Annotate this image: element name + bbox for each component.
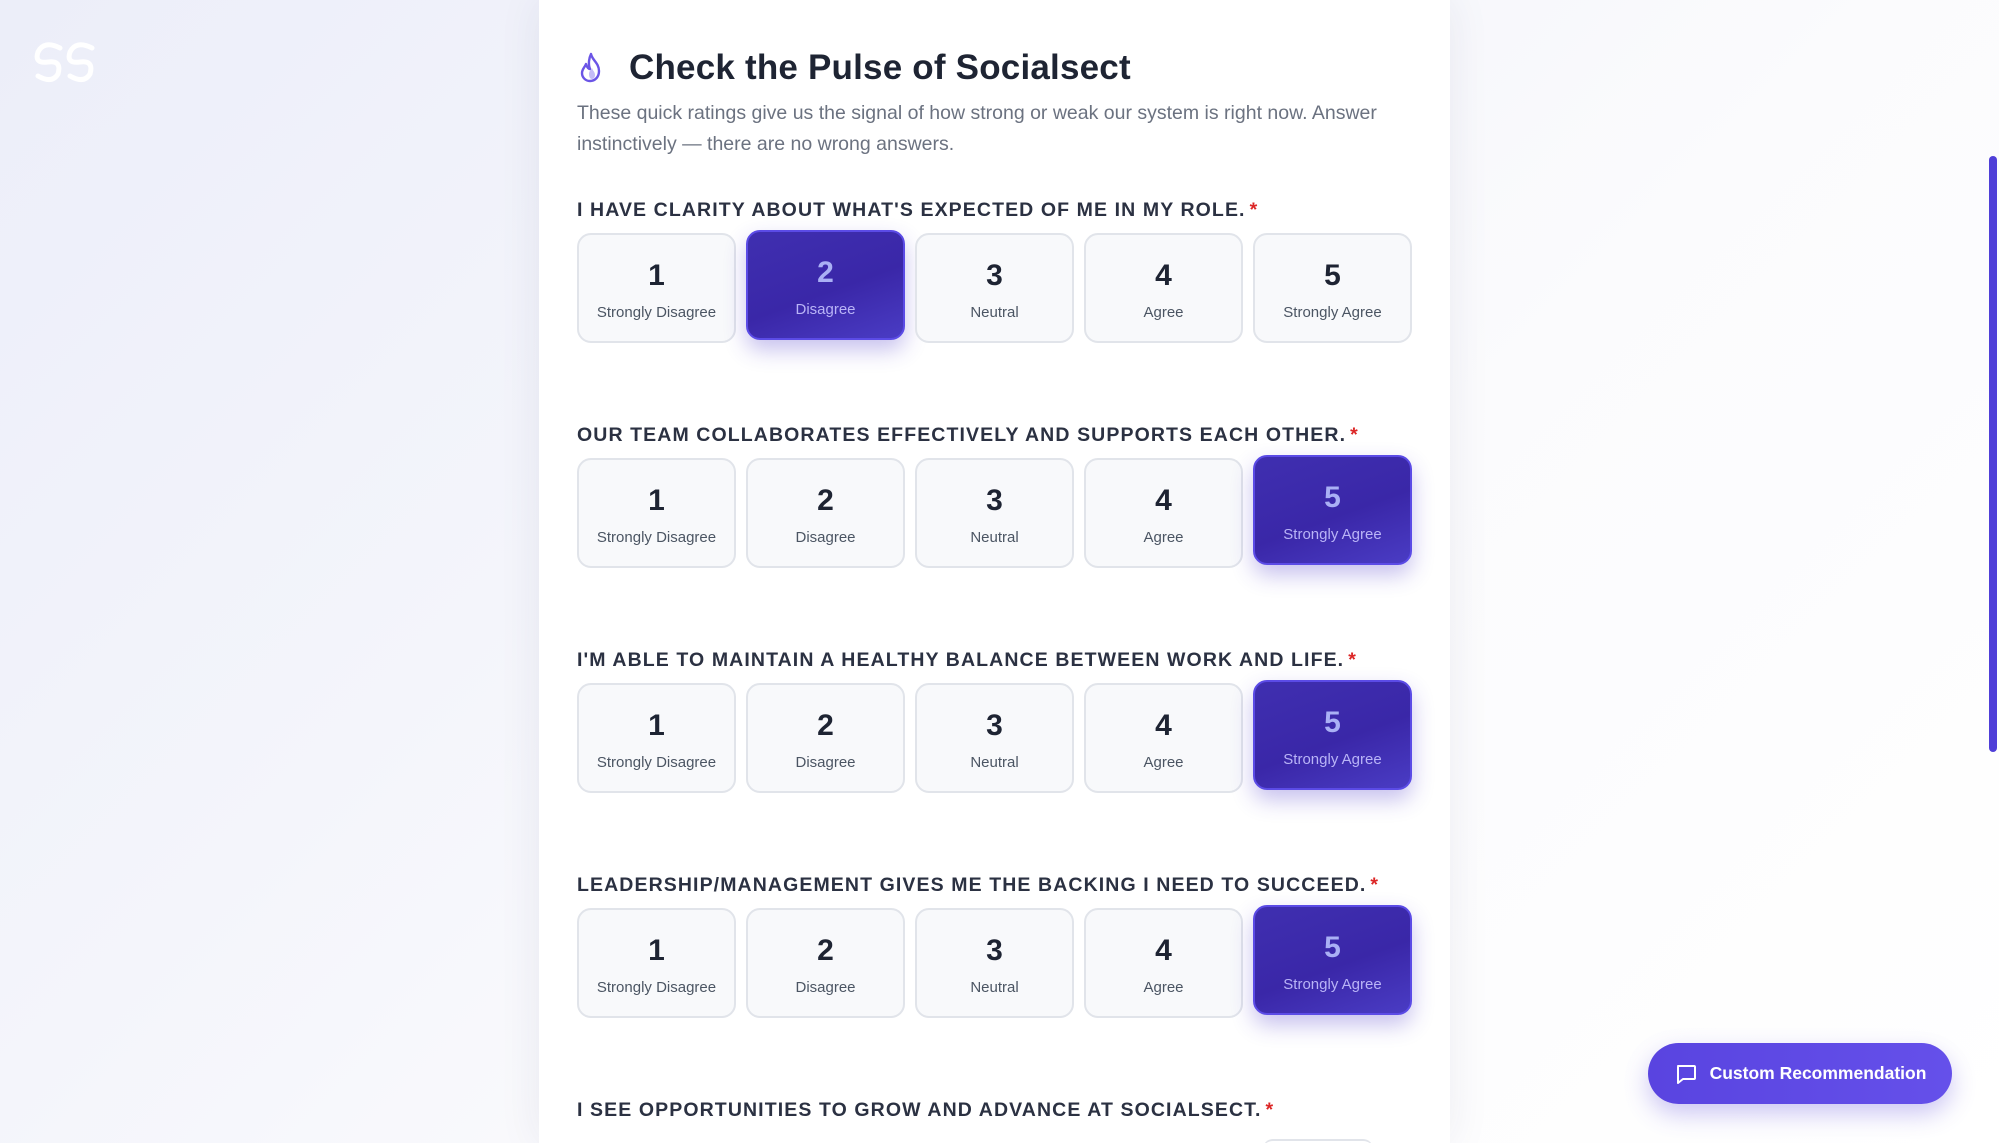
- required-mark: *: [1370, 874, 1380, 896]
- question-text: I have clarity about what's expected of …: [577, 199, 1246, 221]
- page-subtitle: These quick ratings give us the signal o…: [577, 102, 1377, 155]
- rating-number: 4: [1155, 709, 1172, 742]
- rating-number: 1: [648, 259, 665, 292]
- rating-option-2[interactable]: 2 Disagree: [746, 458, 905, 568]
- rating-option-3[interactable]: 3 Neutral: [915, 683, 1074, 793]
- rating-label: Neutral: [970, 529, 1019, 546]
- socialsect-logo-icon: [34, 42, 95, 82]
- question-4: Leadership/management gives me the backi…: [577, 874, 1417, 1018]
- question-label: I see opportunities to grow and advance …: [577, 1099, 1417, 1122]
- rating-number: 1: [648, 709, 665, 742]
- rating-option-peek[interactable]: [1263, 1139, 1373, 1143]
- question-1: I have clarity about what's expected of …: [577, 199, 1417, 343]
- rating-options: 1 Strongly Disagree 2 Disagree 3 Neutral 4 A…: [577, 455, 1417, 570]
- rating-label: Strongly Disagree: [596, 304, 717, 321]
- rating-label: Disagree: [795, 529, 856, 546]
- rating-number: 1: [648, 934, 665, 967]
- rating-options: 1 Strongly Disagree 2 Disagree 3 Neutral 4 A…: [577, 905, 1417, 1020]
- required-mark: *: [1265, 1099, 1275, 1121]
- rating-options: 1 Strongly Disagree 2 Disagree 3 Neutral 4 A…: [577, 230, 1417, 345]
- rating-option-4[interactable]: 4 Agree: [1084, 683, 1243, 793]
- question-2: Our team collaborates effectively and su…: [577, 424, 1417, 568]
- rating-label: Strongly Agree: [1283, 751, 1382, 768]
- rating-option-4[interactable]: 4 Agree: [1084, 233, 1243, 343]
- question-label: I'm able to maintain a healthy balance b…: [577, 649, 1417, 672]
- rating-label: Strongly Disagree: [596, 529, 717, 546]
- question-label: I have clarity about what's expected of …: [577, 199, 1417, 222]
- rating-label: Agree: [1143, 979, 1184, 996]
- rating-label: Strongly Disagree: [596, 979, 717, 996]
- rating-number: 5: [1324, 259, 1341, 292]
- rating-options: 1 Strongly Disagree 2 Disagree 3 Neutral 4 A…: [577, 680, 1417, 795]
- rating-option-4[interactable]: 4 Agree: [1084, 458, 1243, 568]
- custom-recommendation-label: Custom Recommendation: [1709, 1063, 1927, 1083]
- rating-number: 3: [986, 259, 1003, 292]
- rating-option-2[interactable]: 2 Disagree: [746, 908, 905, 1018]
- rating-number: 4: [1155, 934, 1172, 967]
- rating-label: Disagree: [795, 979, 856, 996]
- rating-number: 5: [1324, 706, 1341, 739]
- rating-option-1[interactable]: 1 Strongly Disagree: [577, 233, 736, 343]
- rating-label: Agree: [1143, 529, 1184, 546]
- rating-label: Strongly Agree: [1283, 304, 1382, 321]
- rating-number: 3: [986, 934, 1003, 967]
- rating-number: 3: [986, 484, 1003, 517]
- rating-number: 2: [817, 934, 834, 967]
- flame-icon: [580, 52, 601, 83]
- custom-recommendation-button[interactable]: Custom Recommendation: [1648, 1043, 1952, 1104]
- rating-label: Strongly Agree: [1283, 526, 1382, 543]
- rating-option-5[interactable]: 5 Strongly Agree: [1253, 233, 1412, 343]
- rating-option-4[interactable]: 4 Agree: [1084, 908, 1243, 1018]
- rating-option-2[interactable]: 2 Disagree: [746, 683, 905, 793]
- rating-number: 5: [1324, 481, 1341, 514]
- scrollbar-thumb[interactable]: [1989, 156, 1997, 752]
- rating-label: Agree: [1143, 304, 1184, 321]
- rating-label: Disagree: [795, 754, 856, 771]
- question-text: I see opportunities to grow and advance …: [577, 1099, 1262, 1121]
- rating-option-2[interactable]: 2 Disagree: [746, 230, 905, 340]
- rating-label: Neutral: [970, 979, 1019, 996]
- question-text: Our team collaborates effectively and su…: [577, 424, 1347, 446]
- rating-option-1[interactable]: 1 Strongly Disagree: [577, 458, 736, 568]
- rating-option-5[interactable]: 5 Strongly Agree: [1253, 680, 1412, 790]
- chat-bubble-icon: [1676, 1064, 1696, 1084]
- survey-header: Check the Pulse of Socialsect: [577, 48, 1131, 88]
- question-label: Leadership/management gives me the backi…: [577, 874, 1417, 897]
- question-text: I'm able to maintain a healthy balance b…: [577, 649, 1345, 671]
- rating-label: Neutral: [970, 304, 1019, 321]
- rating-number: 2: [817, 709, 834, 742]
- rating-label: Agree: [1143, 754, 1184, 771]
- question-5: I see opportunities to grow and advance …: [577, 1099, 1417, 1122]
- rating-number: 2: [817, 484, 834, 517]
- rating-option-5[interactable]: 5 Strongly Agree: [1253, 455, 1412, 565]
- rating-option-3[interactable]: 3 Neutral: [915, 908, 1074, 1018]
- rating-number: 5: [1324, 931, 1341, 964]
- rating-label: Disagree: [795, 301, 856, 318]
- rating-option-3[interactable]: 3 Neutral: [915, 233, 1074, 343]
- required-mark: *: [1249, 199, 1259, 221]
- required-mark: *: [1348, 649, 1357, 671]
- question-3: I'm able to maintain a healthy balance b…: [577, 649, 1417, 793]
- rating-number: 3: [986, 709, 1003, 742]
- page-title: Check the Pulse of Socialsect: [629, 48, 1131, 87]
- question-label: Our team collaborates effectively and su…: [577, 424, 1417, 447]
- rating-number: 4: [1155, 484, 1172, 517]
- rating-label: Strongly Agree: [1283, 976, 1382, 993]
- rating-option-1[interactable]: 1 Strongly Disagree: [577, 908, 736, 1018]
- rating-label: Neutral: [970, 754, 1019, 771]
- required-mark: *: [1350, 424, 1359, 446]
- rating-option-5[interactable]: 5 Strongly Agree: [1253, 905, 1412, 1015]
- rating-number: 2: [817, 256, 834, 289]
- rating-number: 4: [1155, 259, 1172, 292]
- rating-option-3[interactable]: 3 Neutral: [915, 458, 1074, 568]
- rating-option-1[interactable]: 1 Strongly Disagree: [577, 683, 736, 793]
- rating-label: Strongly Disagree: [596, 754, 717, 771]
- question-text: Leadership/management gives me the backi…: [577, 874, 1367, 896]
- rating-number: 1: [648, 484, 665, 517]
- survey-card: Check the Pulse of Socialsect These quic…: [539, 0, 1450, 1143]
